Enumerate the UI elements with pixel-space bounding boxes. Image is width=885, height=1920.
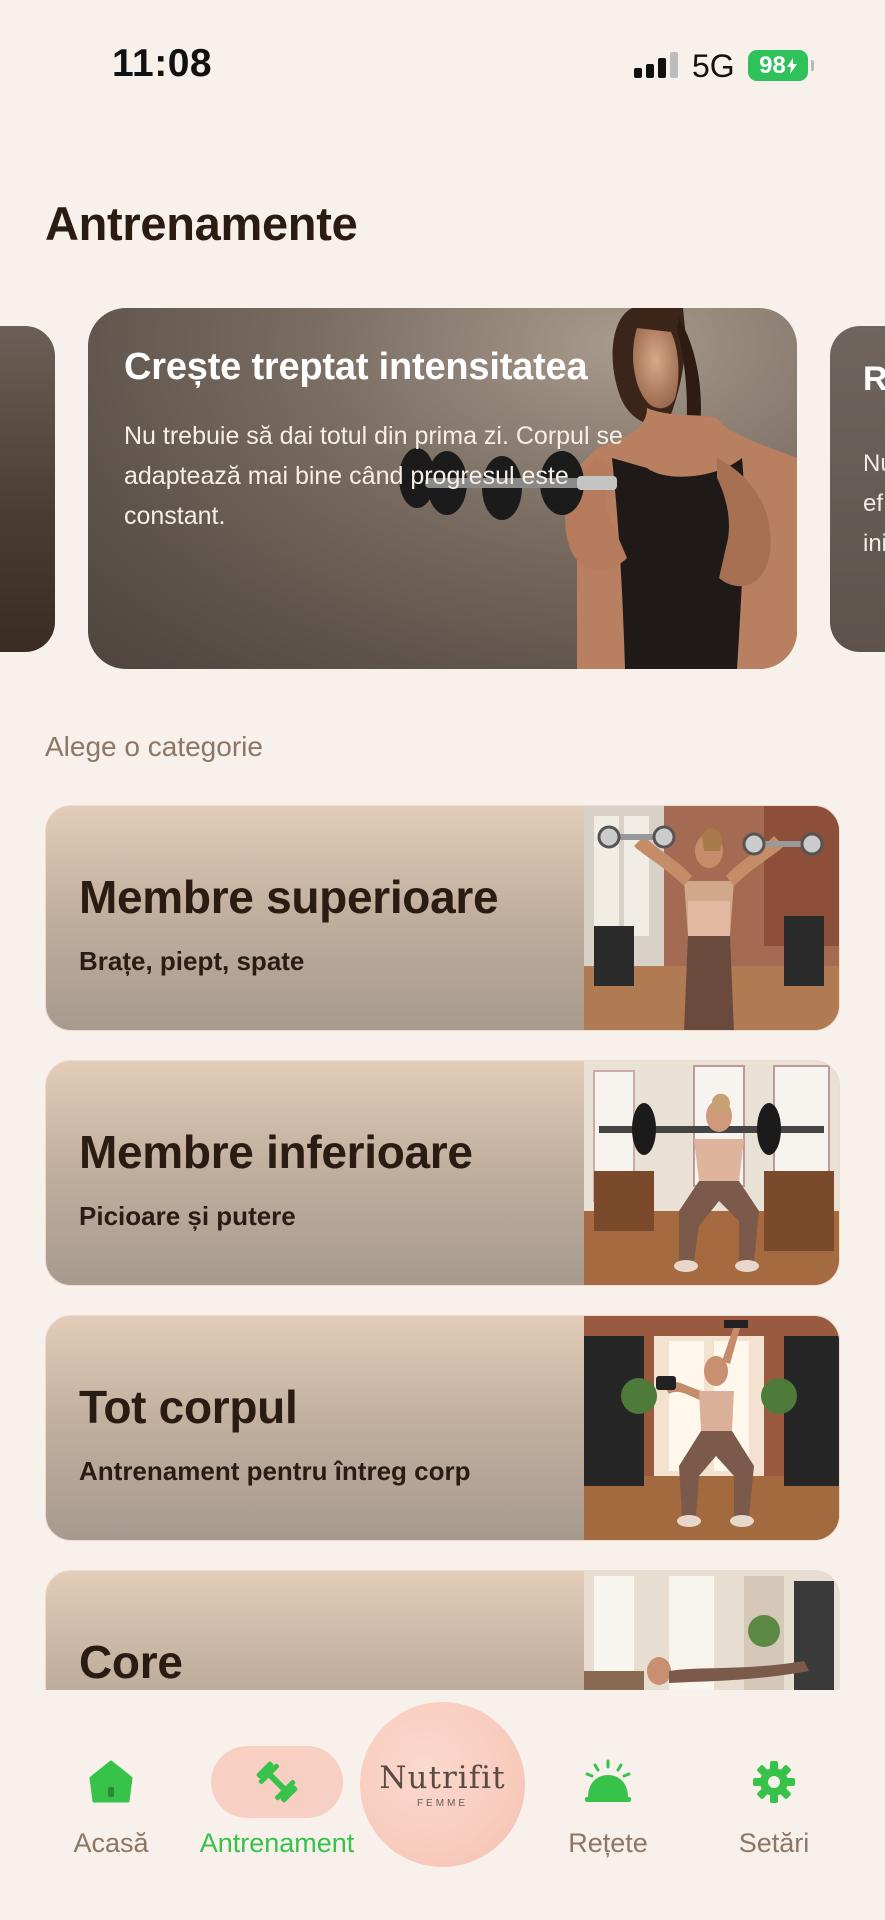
next-card-title: R <box>863 360 885 398</box>
nav-icon-container <box>542 1746 674 1818</box>
charging-bolt-icon <box>786 57 797 74</box>
tip-card-next[interactable]: R Nu ef ini <box>830 326 885 652</box>
next-card-line: ef <box>863 490 884 517</box>
page-title: Antrenamente <box>45 197 358 250</box>
signal-icon <box>634 52 678 78</box>
lower-body-photo <box>584 1061 839 1285</box>
category-card-full-body[interactable]: Tot corpul Antrenament pentru întreg cor… <box>45 1315 840 1541</box>
full-body-photo <box>584 1316 839 1540</box>
next-card-line: Nu <box>863 450 885 477</box>
next-card-line: ini <box>863 530 885 557</box>
nav-label: Setări <box>738 1828 810 1858</box>
battery-icon: 98 <box>748 50 814 81</box>
nav-icon-container <box>211 1746 343 1818</box>
category-title: Core <box>79 1636 183 1688</box>
category-subtitle: Brațe, piept, spate <box>79 946 305 976</box>
category-title: Tot corpul <box>79 1381 298 1433</box>
network-label: 5G <box>692 48 735 84</box>
nav-item-home[interactable]: Acasă <box>21 1690 201 1890</box>
category-title: Membre inferioare <box>79 1126 473 1178</box>
next-card-text: Nu ef ini <box>863 444 885 564</box>
status-time: 11:08 <box>112 42 213 85</box>
category-card-upper-body[interactable]: Membre superioare Brațe, piept, spate <box>45 805 840 1031</box>
battery-level: 98 <box>759 51 786 79</box>
home-icon <box>89 1760 133 1803</box>
category-list: Membre superioare Brațe, piept, spate Me… <box>45 805 840 1690</box>
tip-text: Nu trebuie să dai totul din prima zi. Co… <box>124 422 623 530</box>
nav-item-recipes[interactable]: Rețete <box>518 1690 698 1890</box>
nav-label: Acasă <box>73 1828 149 1858</box>
core-photo <box>584 1571 839 1690</box>
category-card-core[interactable]: Core <box>45 1570 840 1690</box>
tip-card-previous[interactable] <box>0 326 55 652</box>
gear-icon <box>753 1761 795 1803</box>
nav-icon-container <box>45 1746 177 1818</box>
dumbbell-icon <box>256 1761 298 1803</box>
workouts-screen: 11:08 5G 98 Antrenamente Crește treptat … <box>0 0 885 1920</box>
nutrifit-logo-button[interactable]: Nutrifit FEMME <box>360 1702 525 1867</box>
tip-title: Crește treptat intensitatea <box>124 346 588 388</box>
category-card-lower-body[interactable]: Membre inferioare Picioare și putere <box>45 1060 840 1286</box>
category-subtitle: Antrenament pentru întreg corp <box>79 1456 471 1486</box>
cloche-icon <box>585 1759 631 1802</box>
upper-body-photo <box>584 806 839 1030</box>
tips-carousel[interactable]: Crește treptat intensitatea Nu trebuie s… <box>0 300 885 680</box>
nav-label: Antrenament <box>199 1828 355 1858</box>
nav-icon-container <box>708 1746 840 1818</box>
nav-item-workout[interactable]: Antrenament <box>187 1690 367 1890</box>
nav-label: Rețete <box>568 1828 648 1858</box>
bottom-nav: Acasă Antrenament Nutrifit FEMME Rețete … <box>0 1690 885 1920</box>
tip-card[interactable]: Crește treptat intensitatea Nu trebuie s… <box>88 308 797 669</box>
section-label: Alege o categorie <box>45 731 263 762</box>
logo-subtitle: FEMME <box>416 1798 469 1809</box>
status-bar: 11:08 5G 98 <box>0 0 885 110</box>
category-subtitle: Picioare și putere <box>79 1201 296 1231</box>
nav-item-settings[interactable]: Setări <box>684 1690 864 1890</box>
category-title: Membre superioare <box>79 871 499 923</box>
logo-name: Nutrifit <box>379 1760 506 1796</box>
